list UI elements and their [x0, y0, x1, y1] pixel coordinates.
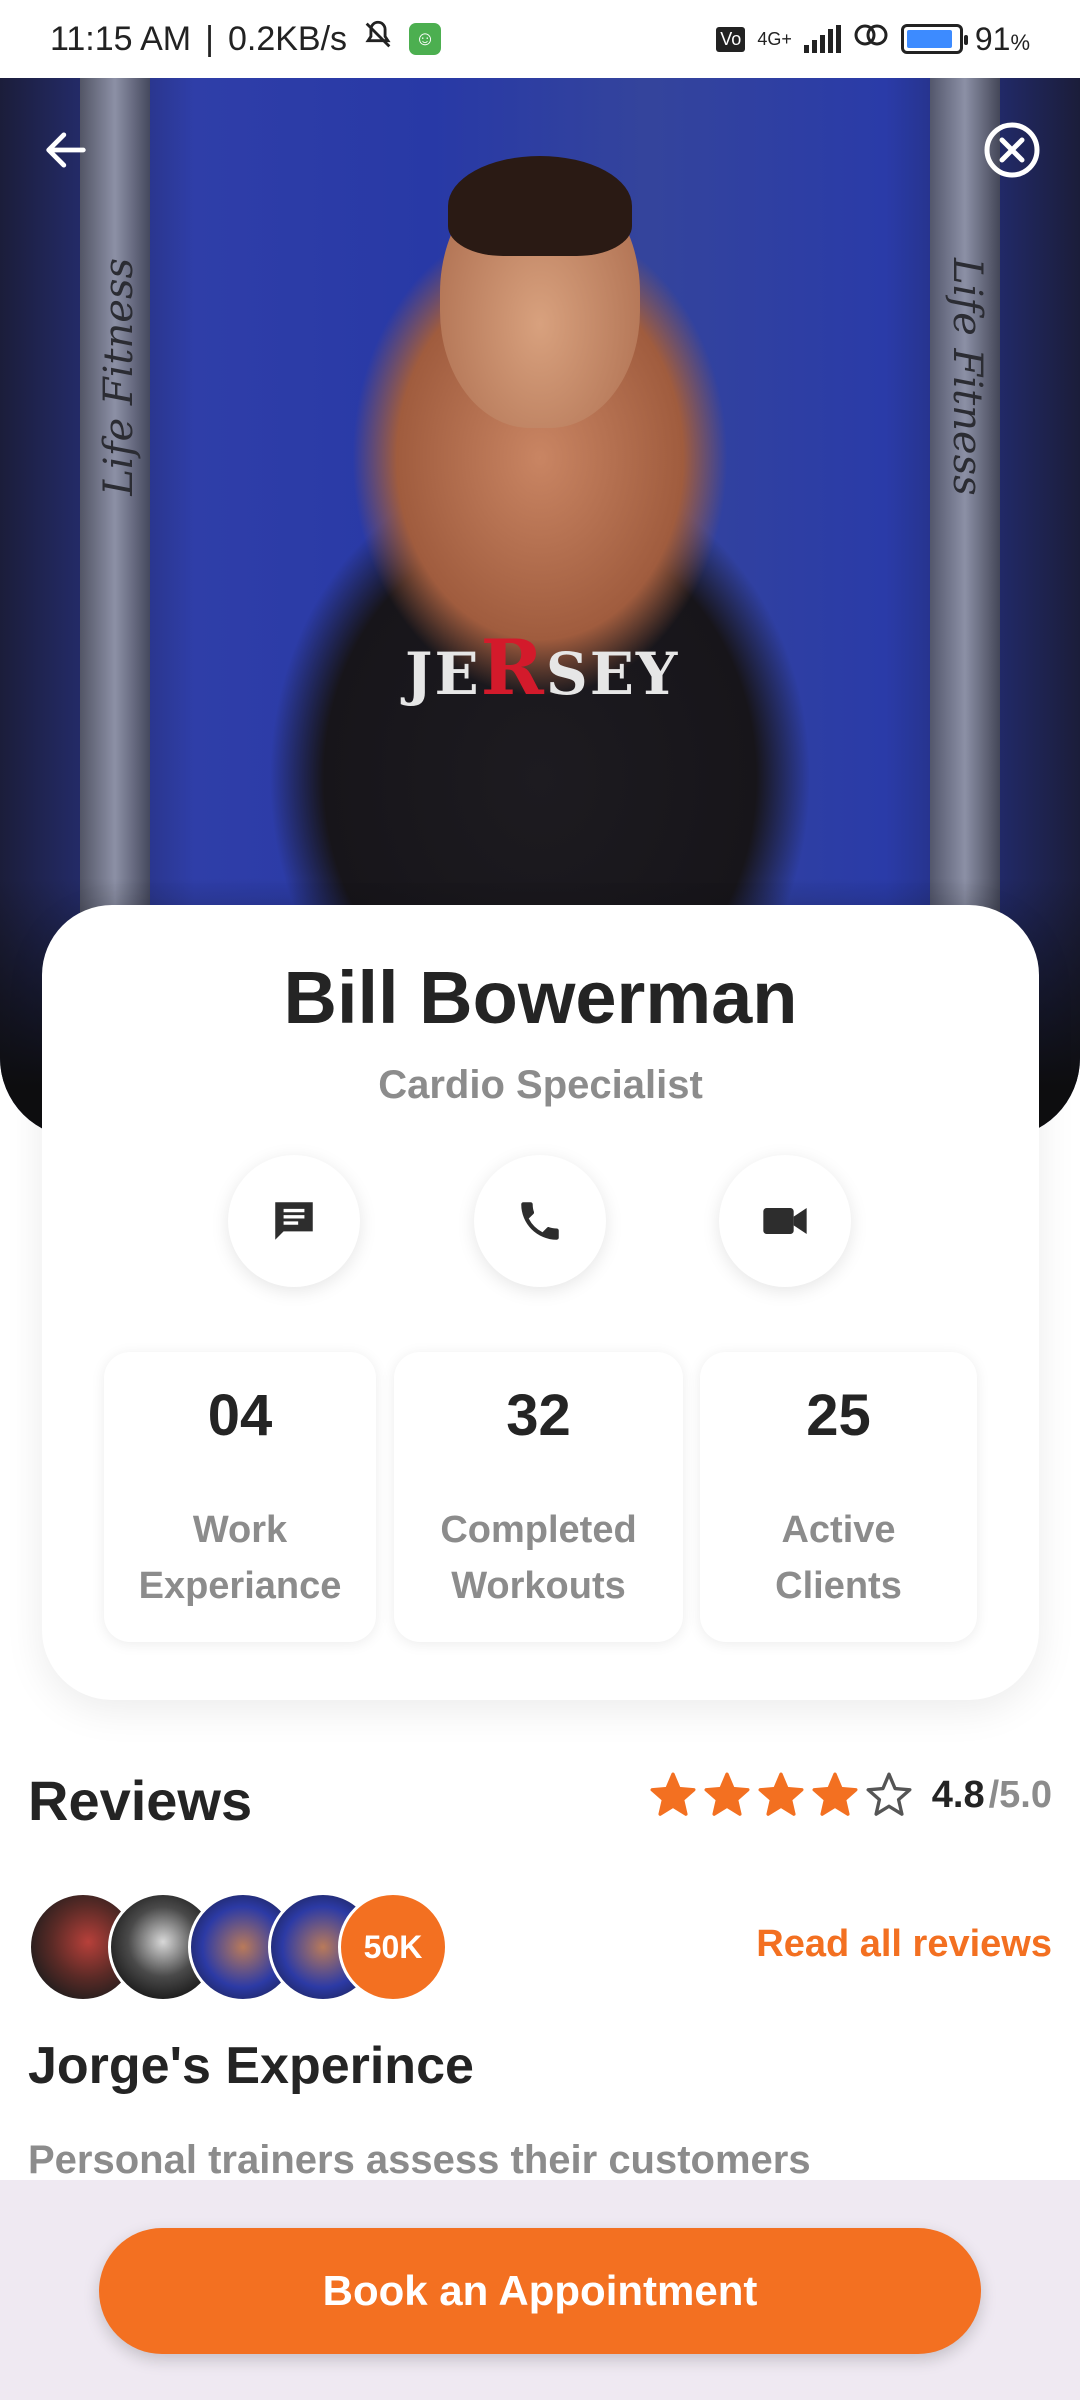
star-empty-icon: [866, 1772, 912, 1816]
review-count-badge: 50K: [338, 1892, 448, 2002]
phone-icon: [521, 1202, 559, 1240]
back-button[interactable]: [34, 118, 98, 182]
battery-percent: 91: [974, 20, 1011, 57]
status-bar: 11:15 AM | 0.2KB/s ☺ Vo 4G+ 91%: [0, 0, 1080, 78]
rating-max: /5.0: [988, 1773, 1052, 1816]
trainer-hair: [448, 156, 632, 256]
stat-value: 04: [207, 1383, 273, 1448]
rating-value: 4.8: [931, 1773, 985, 1816]
call-button[interactable]: [474, 1155, 606, 1287]
stat-label: Completed Workouts: [440, 1509, 637, 1607]
network-type: 4G+: [757, 28, 792, 49]
video-call-button[interactable]: [719, 1155, 851, 1287]
signal-icon: [803, 25, 841, 53]
close-button[interactable]: [980, 118, 1044, 182]
video-camera-icon: [763, 1208, 807, 1234]
mute-icon: [361, 18, 395, 61]
trainer-name: Bill Bowerman: [283, 956, 798, 1039]
battery-icon: [900, 24, 968, 54]
stat-value: 25: [806, 1383, 871, 1448]
profile-card: Bill Bowerman Cardio Specialist 04 Work …: [42, 905, 1039, 1700]
rating-summary: 4.8 /5.0: [648, 1770, 1052, 1820]
status-time: 11:15 AM: [50, 19, 192, 58]
app-notification-icon: ☺: [409, 23, 442, 55]
gym-brand-left: Life Fitness: [96, 258, 142, 496]
stat-completed-workouts: 32 Completed Workouts: [394, 1352, 683, 1642]
star-filled-icon: [812, 1772, 858, 1816]
star-filled-icon: [650, 1772, 696, 1816]
trainer-stats: 04 Work Experiance 32 Completed Workouts…: [42, 1352, 1039, 1642]
star-rating: [648, 1770, 914, 1820]
review-title: Jorge's Experince: [28, 2037, 474, 2095]
stat-value: 32: [506, 1383, 571, 1448]
reviews-title: Reviews: [28, 1769, 253, 1832]
stat-label: Work Experiance: [138, 1509, 342, 1607]
shirt-print: JERSEY: [405, 623, 679, 712]
shirt-text-mid: R: [480, 623, 546, 712]
star-filled-icon: [704, 1772, 750, 1816]
star-filled-icon: [758, 1772, 804, 1816]
gym-brand-right: Life Fitness: [944, 258, 990, 496]
stat-active-clients: 25 Active Clients: [700, 1352, 977, 1642]
trainer-role: Cardio Specialist: [378, 1063, 703, 1107]
shirt-text-left: JE: [405, 640, 481, 708]
stat-label: Active Clients: [775, 1509, 902, 1607]
bottom-action-bar: Book an Appointment: [0, 2180, 1080, 2400]
reviewer-avatars: 50K: [28, 1892, 448, 2002]
message-button[interactable]: [228, 1155, 360, 1287]
close-circle-icon: [984, 122, 1040, 178]
status-speed: 0.2KB/s: [227, 19, 348, 58]
book-appointment-button[interactable]: Book an Appointment: [99, 2228, 981, 2354]
battery-unit: %: [1010, 29, 1030, 55]
stat-work-experience: 04 Work Experiance: [104, 1352, 376, 1642]
shirt-text-right: SEY: [545, 640, 680, 708]
message-icon: [275, 1202, 313, 1240]
read-all-reviews-link[interactable]: Read all reviews: [756, 1923, 1052, 1966]
link-icon: [853, 20, 889, 58]
volte-icon: Vo: [716, 26, 746, 52]
arrow-left-icon: [46, 132, 86, 168]
review-text: Personal trainers assess their customers: [28, 2138, 811, 2182]
